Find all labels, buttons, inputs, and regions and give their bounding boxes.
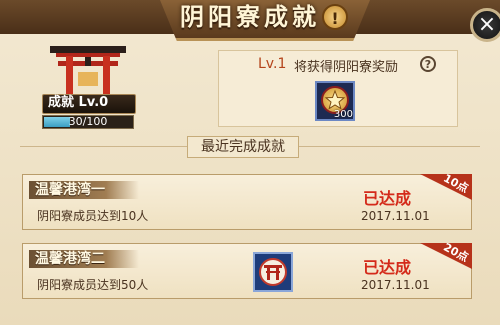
- card-title: 温馨港湾一: [35, 182, 105, 198]
- card-date: 2017.11.01: [361, 209, 430, 223]
- card-description: 阴阳寮成员达到10人: [37, 209, 149, 223]
- alert-icon[interactable]: !: [322, 4, 348, 30]
- help-icon[interactable]: ?: [420, 56, 436, 72]
- reward-count: 300: [333, 109, 353, 120]
- progress-text: 30/100: [68, 115, 108, 128]
- reward-level: Lv.1: [258, 56, 287, 72]
- achievement-card[interactable]: 温馨港湾一 阴阳寮成员达到10人 已达成 2017.11.01 10点: [22, 172, 472, 230]
- window-title: 阴阳寮成就: [180, 3, 320, 31]
- card-title: 温馨港湾二: [35, 251, 105, 267]
- card-description: 阴阳寮成员达到50人: [37, 278, 149, 292]
- close-button[interactable]: ×: [470, 8, 500, 42]
- achievement-level: 成就 Lv.0: [48, 95, 109, 110]
- torii-badge-icon[interactable]: [253, 252, 293, 292]
- torii-gate-icon: [50, 46, 126, 100]
- achievement-card[interactable]: 温馨港湾二 阴阳寮成员达到50人 已达成 2017.11.01 20点: [22, 241, 472, 299]
- card-status: 已达成: [363, 258, 412, 277]
- torii-badge-inner: [259, 258, 287, 286]
- reward-item[interactable]: 300: [315, 81, 355, 121]
- section-title: 最近完成成就: [187, 136, 299, 158]
- card-date: 2017.11.01: [361, 278, 430, 292]
- reward-description: 将获得阴阳寮奖励: [294, 60, 399, 75]
- card-status: 已达成: [363, 189, 412, 208]
